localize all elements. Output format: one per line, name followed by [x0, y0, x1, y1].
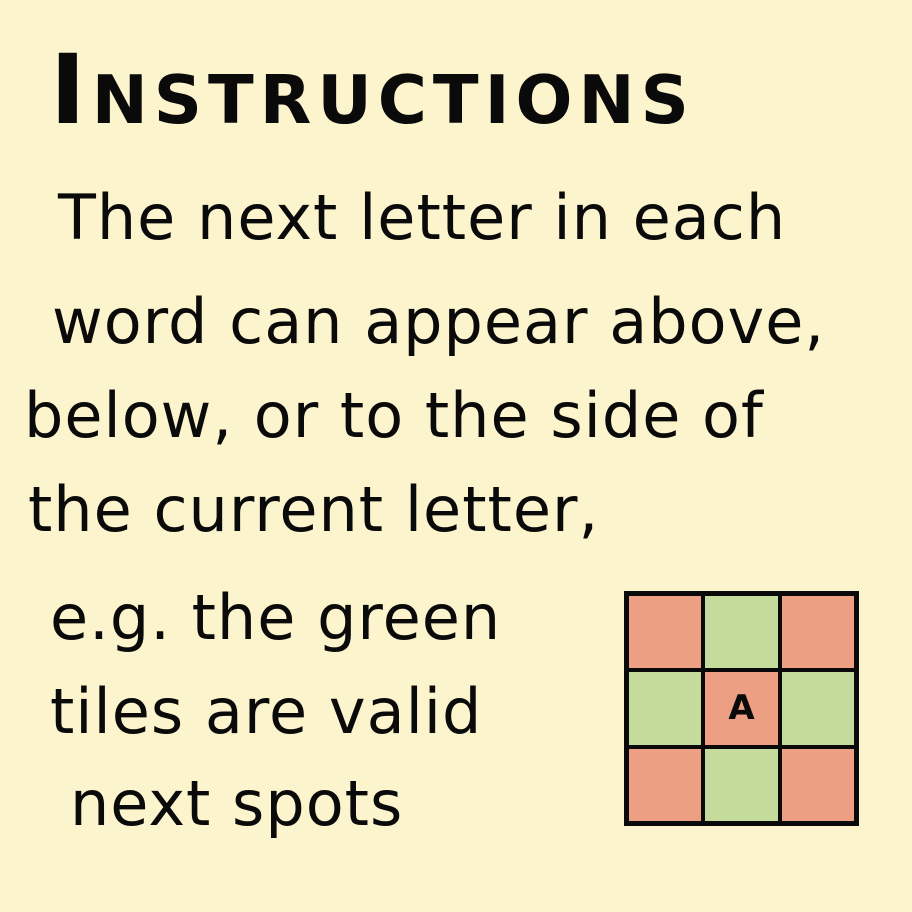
example-tile-grid: A [624, 591, 859, 826]
example-line-2: tiles are valid [50, 675, 483, 748]
grid-tile [703, 746, 780, 823]
instruction-line-3: below, or to the side of [24, 379, 764, 452]
example-line-3: next spots [70, 767, 404, 840]
grid-tile [779, 746, 856, 823]
example-line-1: e.g. the green [50, 581, 502, 654]
instructions-card: Instructions The next letter in each wor… [0, 0, 912, 912]
instruction-line-4: the current letter, [28, 473, 600, 546]
grid-tile [779, 670, 856, 747]
instruction-line-2: word can appear above, [52, 285, 826, 358]
grid-tile [627, 594, 704, 671]
grid-tile [779, 594, 856, 671]
grid-tile [627, 670, 704, 747]
instruction-line-1: The next letter in each [58, 181, 787, 254]
grid-tile [703, 594, 780, 671]
grid-tile-current-letter: A [703, 670, 780, 747]
grid-tile [627, 746, 704, 823]
page-title: Instructions [50, 34, 695, 146]
